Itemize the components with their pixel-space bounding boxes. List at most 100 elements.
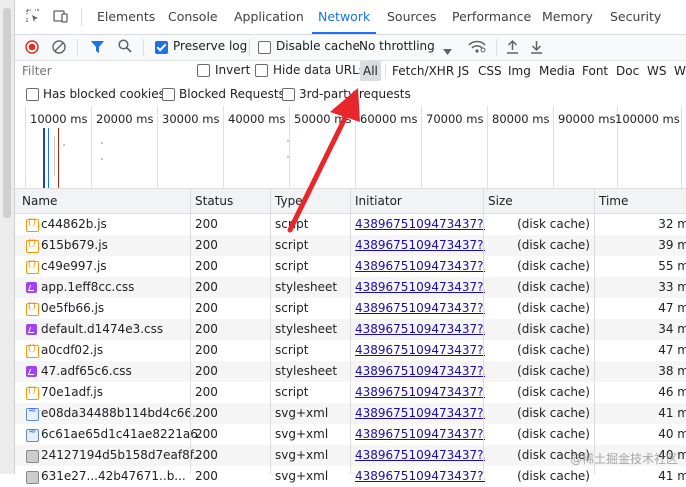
request-status: 200 [195,364,218,378]
import-har-icon[interactable] [506,39,519,54]
column-time[interactable]: Time [599,189,628,213]
filter-type-media[interactable]: Media [536,61,578,81]
hide-data-urls-checkbox[interactable] [255,64,268,77]
request-marker [48,128,49,188]
disable-cache-checkbox[interactable] [258,41,271,54]
invert-label[interactable]: Invert [215,63,250,77]
record-stop-icon[interactable] [25,40,39,54]
filter-type-w[interactable]: W [671,61,686,81]
filter-type-js[interactable]: JS [455,61,472,81]
tab-sources[interactable]: Sources [387,0,436,34]
request-type: script [275,301,309,315]
export-har-icon[interactable] [530,39,543,54]
blocked-requests-checkbox[interactable] [162,88,175,101]
throttling-select[interactable]: No throttling [359,39,435,53]
tab-application[interactable]: Application [234,0,304,34]
overview-gridline [91,106,92,188]
left-scroll-strip [0,0,15,474]
watermark: @稀土掘金技术社区 [569,452,678,466]
filter-type-ws[interactable]: WS [644,61,669,81]
request-initiator[interactable]: 4389675109473437?... [355,235,485,256]
tab-elements[interactable]: Elements [97,0,155,34]
request-initiator[interactable]: 4389675109473437?... [355,214,485,235]
svg-file-icon [26,426,39,442]
svg-file-icon [26,405,39,421]
request-initiator[interactable]: 4389675109473437?... [355,340,485,361]
request-initiator[interactable]: 4389675109473437?... [355,361,485,382]
column-divider [270,189,271,474]
request-time: 32 m [658,217,686,231]
image-file-icon [26,471,39,484]
request-size: (disk cache) [517,469,590,483]
request-status: 200 [195,322,218,336]
request-name: 47.adf65c6.css [41,364,132,378]
request-initiator[interactable]: 4389675109473437?... [355,424,485,445]
column-size[interactable]: Size [488,189,513,213]
inspect-element-icon[interactable] [26,9,40,23]
request-dot [287,140,289,142]
filter-funnel-icon[interactable] [91,40,104,54]
has-blocked-cookies-checkbox[interactable] [26,88,39,101]
tab-memory[interactable]: Memory [542,0,593,34]
request-status: 200 [195,259,218,273]
filter-type-img[interactable]: Img [505,61,534,81]
filter-type-all[interactable]: All [360,61,381,81]
request-name: 0e5fb66.js [41,301,105,315]
third-party-label[interactable]: 3rd-party requests [299,87,411,101]
request-initiator[interactable]: 4389675109473437?... [355,277,485,298]
network-overview-timeline[interactable]: 10000 ms 20000 ms 30000 ms 40000 ms 5000… [15,106,686,189]
preserve-log-checkbox[interactable] [155,41,168,54]
request-initiator[interactable]: 4389675109473437?... [355,298,485,319]
hide-data-urls-label[interactable]: Hide data URLs [273,63,365,77]
clear-icon[interactable] [52,40,66,54]
invert-checkbox[interactable] [197,64,210,77]
request-status: 200 [195,448,218,462]
request-name: e08da34488b114bd4c66... [41,406,201,420]
column-status[interactable]: Status [195,189,233,213]
stylesheet-file-icon [26,366,37,377]
network-conditions-icon[interactable] [468,39,486,54]
tab-divider [81,8,82,26]
filter-type-css[interactable]: CSS [475,61,505,81]
device-toolbar-icon[interactable] [53,9,69,23]
has-blocked-cookies-label[interactable]: Has blocked cookies [43,87,165,101]
left-scroll-thumb[interactable] [3,8,11,218]
overview-tick-label: 100000 ms [615,112,680,126]
script-file-icon [26,385,39,400]
filter-type-fetch-xhr[interactable]: Fetch/XHR [389,61,457,81]
request-status: 200 [195,343,218,357]
filter-type-font[interactable]: Font [579,61,611,81]
column-name[interactable]: Name [22,189,57,213]
request-initiator[interactable]: 4389675109473437?... [355,445,485,466]
overview-tick-label: 40000 ms [228,112,286,126]
column-initiator[interactable]: Initiator [355,189,402,213]
request-initiator[interactable]: 4389675109473437?... [355,256,485,277]
request-name: default.d1474e3.css [41,322,164,336]
request-status: 200 [195,301,218,315]
overview-gridline [681,106,682,188]
request-name: app.1eff8cc.css [41,280,135,294]
tab-network[interactable]: Network [311,0,377,34]
preserve-log-label[interactable]: Preserve log [173,39,247,53]
disable-cache-label[interactable]: Disable cache [276,39,360,53]
tab-security[interactable]: Security [610,0,661,34]
column-type[interactable]: Type [275,189,303,213]
network-toolbar: Preserve log Disable cache No throttling [15,35,686,61]
request-status: 200 [195,469,218,483]
search-icon[interactable] [118,39,132,53]
request-initiator[interactable]: 4389675109473437?... [355,382,485,403]
request-time: 33 m [658,280,686,294]
request-type: script [275,238,309,252]
toolbar-divider [249,39,250,56]
tab-performance[interactable]: Performance [452,0,531,34]
request-size: (disk cache) [517,238,590,252]
third-party-checkbox[interactable] [282,88,295,101]
dropdown-arrow-icon[interactable] [443,44,452,55]
tab-console[interactable]: Console [168,0,218,34]
request-initiator[interactable]: 4389675109473437?... [355,403,485,424]
filter-type-doc[interactable]: Doc [613,61,642,81]
blocked-requests-label[interactable]: Blocked Requests [179,87,285,101]
request-initiator[interactable]: 4389675109473437?... [355,319,485,340]
overview-gridline [25,106,26,188]
request-initiator[interactable]: 4389675109473437?... [355,466,485,487]
